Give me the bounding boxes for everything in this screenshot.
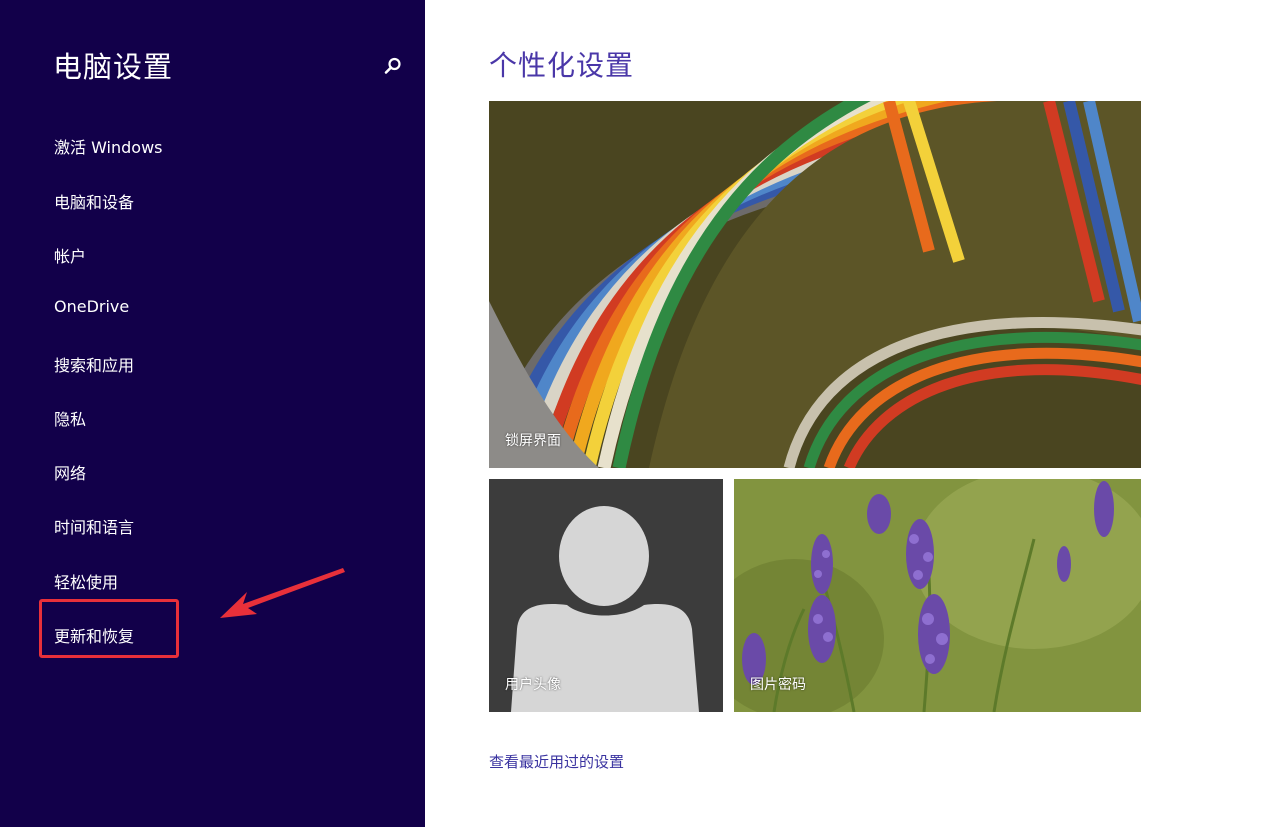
settings-sidebar: 电脑设置 激活 Windows 电脑和设备 帐户 OneDrive 搜索和应用 … [0, 0, 425, 827]
sidebar-item-time-and-language[interactable]: 时间和语言 [54, 514, 134, 538]
picture-password-label: 图片密码 [750, 677, 806, 693]
sidebar-item-network[interactable]: 网络 [54, 460, 86, 484]
lock-screen-tile[interactable]: 锁屏界面 [489, 101, 1141, 468]
sidebar-title: 电脑设置 [53, 50, 174, 84]
lock-screen-label: 锁屏界面 [505, 433, 561, 449]
lock-screen-image [489, 101, 1141, 468]
sidebar-item-accounts[interactable]: 帐户 [54, 243, 86, 267]
sidebar-item-search-and-apps[interactable]: 搜索和应用 [54, 352, 134, 376]
page-title: 个性化设置 [489, 49, 635, 82]
sidebar-item-onedrive[interactable]: OneDrive [54, 297, 129, 316]
sidebar-item-activate-windows[interactable]: 激活 Windows [54, 134, 163, 158]
sidebar-item-pc-and-devices[interactable]: 电脑和设备 [54, 189, 134, 213]
highlight-box [39, 599, 179, 658]
user-avatar-tile[interactable]: 用户头像 [489, 479, 723, 712]
red-arrow-icon [220, 568, 345, 618]
sidebar-item-privacy[interactable]: 隐私 [54, 406, 86, 430]
recent-settings-link[interactable]: 查看最近用过的设置 [489, 751, 624, 772]
search-icon[interactable] [383, 56, 403, 76]
picture-password-tile[interactable]: 图片密码 [734, 479, 1141, 712]
user-avatar-label: 用户头像 [505, 677, 561, 693]
sidebar-item-ease-of-access[interactable]: 轻松使用 [54, 569, 118, 593]
